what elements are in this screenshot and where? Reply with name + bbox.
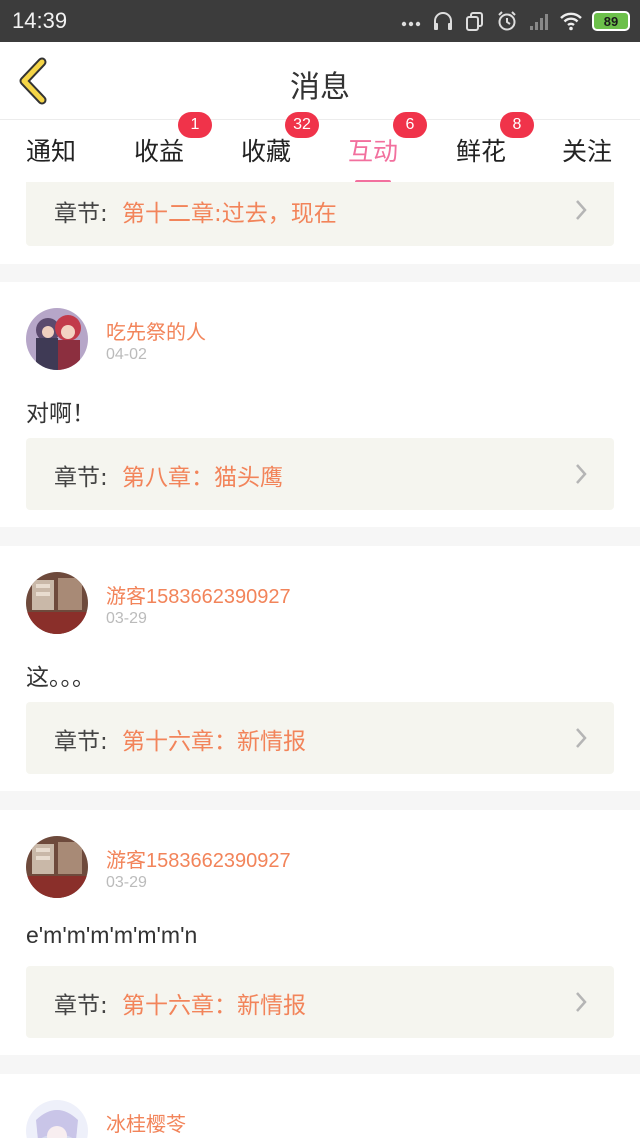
tab-label: 通知 xyxy=(26,137,77,166)
chapter-label: 章节: xyxy=(54,729,108,755)
comment-text: 对啊！ xyxy=(26,400,95,426)
tab-notice[interactable]: 通知 xyxy=(26,132,76,168)
status-time: 14:39 xyxy=(12,8,68,33)
chapter-link[interactable]: 章节: 第十六章：新情报 xyxy=(26,966,614,1038)
alarm-icon xyxy=(498,11,516,31)
copy-icon xyxy=(466,12,483,31)
tab-label: 收益 xyxy=(134,137,185,166)
tab-follow[interactable]: 关注 xyxy=(562,132,612,168)
tab-earnings[interactable]: 收益 xyxy=(134,132,184,168)
earnings-badge: 1 xyxy=(178,112,212,138)
headphones-icon xyxy=(434,12,452,30)
chevron-right-icon xyxy=(576,200,587,220)
list-item: 吃先祭的人 04-02 对啊！ 章节: 第八章：猫头鹰 xyxy=(0,282,640,527)
username[interactable]: 游客1583662390927 xyxy=(106,844,291,873)
page-title: 消息 xyxy=(290,70,350,105)
chevron-right-icon xyxy=(576,992,587,1012)
avatar[interactable] xyxy=(26,308,88,370)
avatar[interactable] xyxy=(26,572,88,634)
chevron-right-icon xyxy=(576,464,587,484)
signal-icon xyxy=(530,14,548,30)
avatar[interactable] xyxy=(26,836,88,898)
chevron-right-icon xyxy=(576,728,587,748)
list-item: 章节: 第十二章:过去，现在 xyxy=(0,182,640,264)
chapter-link[interactable]: 章节: 第十六章：新情报 xyxy=(26,702,614,774)
username[interactable]: 游客1583662390927 xyxy=(106,580,291,609)
tab-favorites[interactable]: 收藏 xyxy=(241,132,291,168)
nav-header: 消息 xyxy=(0,42,640,120)
chapter-link[interactable]: 章节: 第八章：猫头鹰 xyxy=(26,438,614,510)
tab-label: 互动 xyxy=(348,137,399,166)
interaction-badge: 6 xyxy=(393,112,427,138)
username[interactable]: 吃先祭的人 xyxy=(106,316,206,345)
tab-label: 鲜花 xyxy=(456,137,507,166)
status-icons: 89 xyxy=(400,8,630,34)
date: 04-02 xyxy=(106,346,147,363)
favorites-badge: 32 xyxy=(285,112,319,138)
list-item: 游客1583662390927 03-29 e'm'm'm'm'm'm'n 章节… xyxy=(0,810,640,1055)
chapter-title: 第十六章：新情报 xyxy=(122,729,306,755)
tab-interaction[interactable]: 互动 xyxy=(348,132,399,184)
battery-icon: 89 xyxy=(592,11,630,31)
status-bar: 14:39 89 xyxy=(0,0,640,42)
more-dots-icon xyxy=(401,21,421,27)
username[interactable]: 冰桂樱苓 xyxy=(106,1108,186,1137)
list-item: 冰桂樱苓 xyxy=(0,1074,640,1138)
chapter-title: 第八章：猫头鹰 xyxy=(122,465,283,491)
avatar[interactable] xyxy=(26,1100,88,1138)
chapter-label: 章节: xyxy=(54,201,108,227)
tab-bar: 通知 收益 1 收藏 32 互动 6 鲜花 8 关注 xyxy=(0,112,640,184)
chapter-title: 第十六章：新情报 xyxy=(122,993,306,1019)
message-list[interactable]: 章节: 第十二章:过去，现在 吃先祭的人 04-02 对啊！ 章节: 第八章：猫 xyxy=(0,182,640,1138)
comment-text: 这。。。 xyxy=(26,664,95,690)
tab-flowers[interactable]: 鲜花 xyxy=(456,132,506,168)
tab-label: 收藏 xyxy=(241,137,292,166)
chapter-label: 章节: xyxy=(54,993,108,1019)
comment-text: e'm'm'm'm'm'm'n xyxy=(26,922,198,948)
flowers-badge: 8 xyxy=(500,112,534,138)
chapter-link[interactable]: 章节: 第十二章:过去，现在 xyxy=(26,182,614,246)
tab-label: 关注 xyxy=(562,137,613,166)
chapter-label: 章节: xyxy=(54,465,108,491)
date: 03-29 xyxy=(106,874,147,891)
chapter-title: 第十二章:过去，现在 xyxy=(122,201,337,227)
date: 03-29 xyxy=(106,610,147,627)
list-item: 游客1583662390927 03-29 这。。。 章节: 第十六章：新情报 xyxy=(0,546,640,791)
wifi-icon xyxy=(560,12,582,31)
